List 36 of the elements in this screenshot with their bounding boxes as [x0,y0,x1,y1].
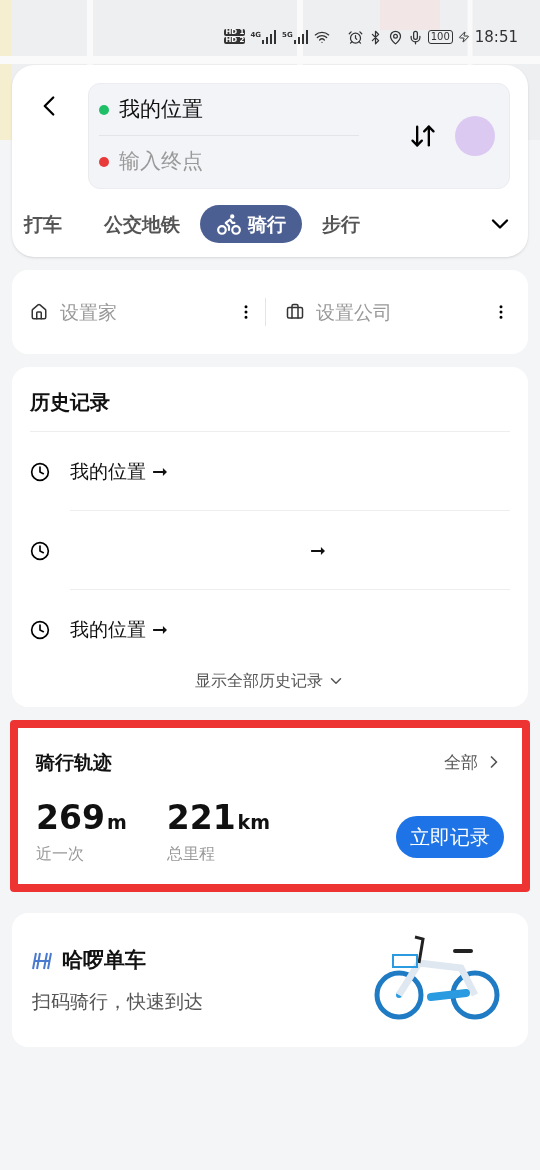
all-link[interactable]: 全部 [444,749,504,775]
stat-label: 总里程 [166,843,216,865]
microphone-icon [407,29,423,45]
section-title: 骑行轨迹 [36,750,112,775]
mode-tab[interactable]: 公交地铁 [102,205,182,243]
section-title: 历史记录 [30,387,510,432]
clock-icon [30,540,50,561]
wifi-icon [313,29,330,46]
promo-subtitle: 扫码骑行，快速到达 [32,988,204,1014]
battery-level: 100 [427,30,453,45]
clock-time: 18:51 [474,27,518,48]
briefcase-icon [285,303,304,321]
stat-value: 221 km [166,796,271,839]
bicycle-icon [216,211,242,237]
clock-icon [30,619,50,640]
signal-icon [261,30,278,45]
alarm-icon [347,29,363,45]
history-item[interactable]: ➞ [70,511,510,590]
history-item[interactable]: 我的位置 ➞ [70,432,510,511]
origin-field[interactable]: 我的位置 [119,93,203,126]
destination-field[interactable]: 输入终点 [119,146,319,178]
history-item[interactable]: 我的位置 ➞ [70,590,510,669]
mode-tab[interactable]: 打车 [22,205,64,243]
location-icon [387,29,403,45]
promo-title: 哈啰单车 [62,947,146,974]
show-all-link[interactable]: 显示全部历史记录 [30,669,510,693]
stat-label: 近一次 [36,843,85,865]
stat-value: 269 m [36,796,127,839]
mode-tab[interactable]: 骑行 [200,205,302,243]
charging-icon [457,31,470,44]
signal-icon [292,30,309,45]
logo-icon [32,951,52,970]
house-icon [30,303,48,321]
record-button[interactable]: 立即记录 [396,816,504,858]
clock-icon [30,461,50,482]
mode-tab[interactable]: 步行 [320,205,362,243]
